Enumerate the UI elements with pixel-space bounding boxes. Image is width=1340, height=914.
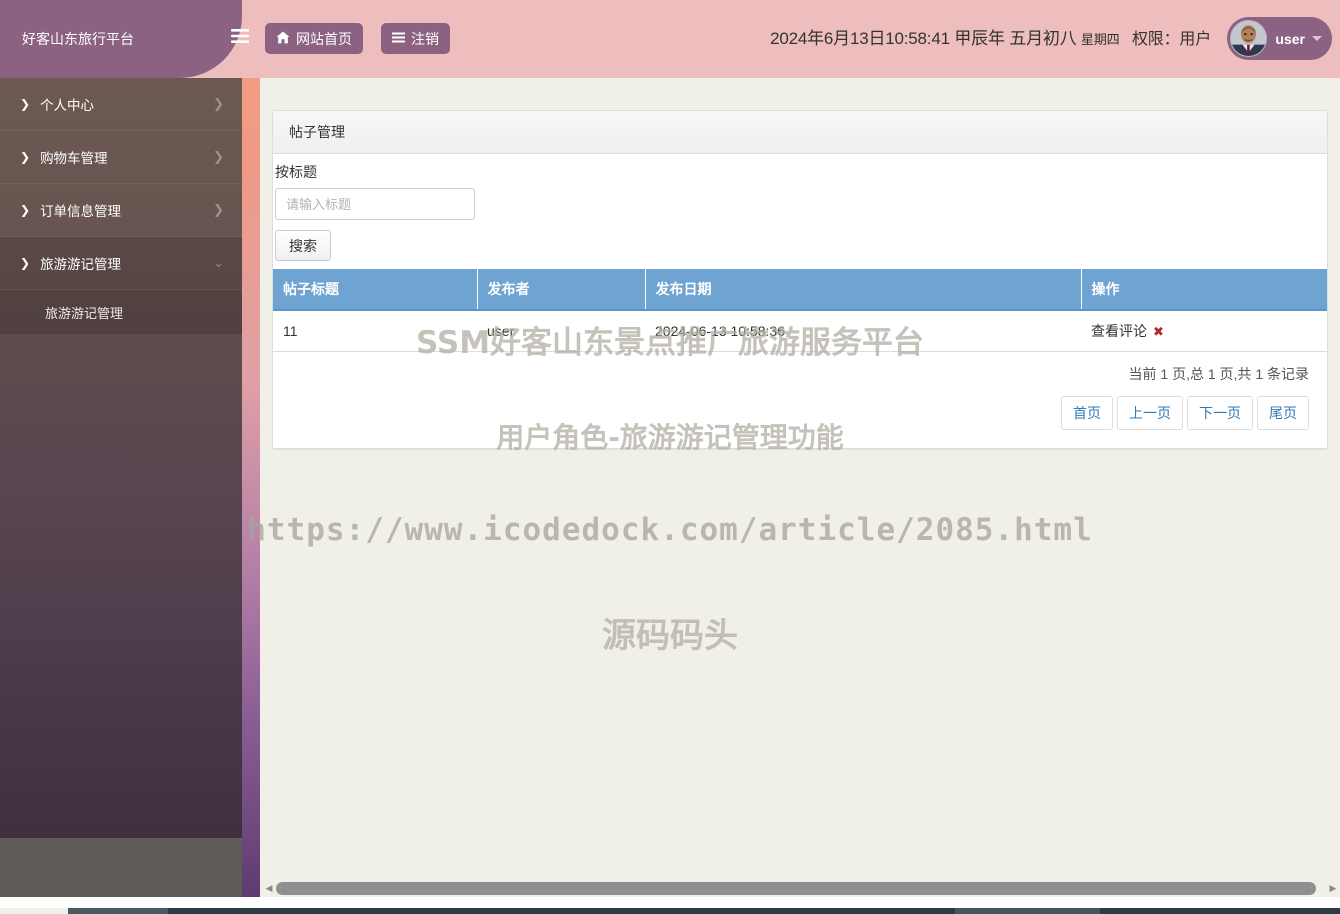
column-header-title: 帖子标题 [273,269,477,310]
chevron-down-icon: ⌄ [213,255,224,271]
taskbar-segment [0,908,68,914]
panel-title-text: 帖子管理 [289,122,345,142]
logout-button[interactable]: 注销 [381,23,450,54]
sidebar-footer [0,838,242,897]
search-button[interactable]: 搜索 [275,230,331,261]
column-header-publisher: 发布者 [477,269,645,310]
sidebar-item-label: 购物车管理 [40,147,213,167]
site-home-label: 网站首页 [296,29,352,49]
horizontal-scrollbar[interactable]: ◀ ▶ [262,880,1340,897]
table-row: 11 user 2024-06-13 10:58:36 查看评论 ✖ [273,310,1327,352]
cell-date: 2024-06-13 10:58:36 [645,310,1081,352]
logout-label: 注销 [411,29,439,49]
table-header-row: 帖子标题 发布者 发布日期 操作 [273,269,1327,310]
datetime-display: 2024年6月13日10:58:41 甲辰年 五月初八 星期四 权限：用户 [770,24,1211,49]
hamburger-icon[interactable] [228,26,252,52]
chevron-down-icon [1312,36,1322,41]
main-content-area: 帖子管理 按标题 搜索 [260,78,1340,897]
brand-logo[interactable]: 好客山东旅行平台 [0,0,242,78]
chevron-right-icon: ❯ [20,97,30,111]
chevron-right-collapse-icon: ❯ [213,96,224,112]
cell-title: 11 [273,310,477,352]
sidebar-subitem-travel-notes-management[interactable]: 旅游游记管理 [0,290,242,335]
sidebar-item-cart-management[interactable]: ❯ 购物车管理 ❯ [0,131,242,184]
chevron-right-icon: ❯ [20,203,30,217]
browser-page: 好客山东旅行平台 网站首页 [0,0,1340,914]
taskbar-segment [955,908,1100,914]
lunar-year: 甲辰年 [954,29,1004,48]
avatar [1230,20,1267,57]
cell-publisher: user [477,310,645,352]
taskbar-segment [1100,908,1160,914]
chevron-right-icon: ❯ [20,150,30,164]
home-icon [276,31,290,46]
chevron-right-collapse-icon: ❯ [213,149,224,165]
user-name-label: user [1275,31,1305,47]
site-home-button[interactable]: 网站首页 [265,23,363,54]
sidebar-nav: ❯ 个人中心 ❯ ❯ 购物车管理 ❯ ❯ 订单信息管理 ❯ ❯ 旅游游记管理 ⌄… [0,78,242,838]
scrollbar-track[interactable] [276,882,1326,895]
post-table: 帖子标题 发布者 发布日期 操作 11 user 2024-06-13 10:5… [273,269,1327,352]
scrollbar-thumb[interactable] [276,882,1316,895]
pagination-first-button[interactable]: 首页 [1061,396,1113,430]
cell-action: 查看评论 ✖ [1081,310,1327,352]
search-form: 按标题 搜索 [273,162,1327,269]
pagination-next-button[interactable]: 下一页 [1187,396,1253,430]
panel-title: 帖子管理 [273,111,1327,154]
datetime-value: 2024年6月13日10:58:41 [770,29,950,48]
chevron-right-icon: ❯ [20,256,30,270]
sidebar-item-label: 旅游游记管理 [40,253,213,273]
top-header-bar: 好客山东旅行平台 网站首页 [0,0,1340,78]
brand-title: 好客山东旅行平台 [22,29,134,49]
column-header-date: 发布日期 [645,269,1081,310]
sidebar-item-personal-center[interactable]: ❯ 个人中心 ❯ [0,78,242,131]
sidebar-subitem-label: 旅游游记管理 [45,303,123,322]
taskbar-segment [68,908,168,914]
weekday: 星期四 [1081,32,1119,47]
sidebar-item-travel-notes-management[interactable]: ❯ 旅游游记管理 ⌄ [0,237,242,290]
pagination: 当前 1 页,总 1 页,共 1 条记录 首页 上一页 下一页 尾页 [273,352,1327,448]
os-taskbar [0,908,1340,914]
pagination-info: 当前 1 页,总 1 页,共 1 条记录 [273,364,1309,384]
sidebar-item-label: 个人中心 [40,94,213,114]
pagination-last-button[interactable]: 尾页 [1257,396,1309,430]
scroll-right-arrow-icon[interactable]: ▶ [1326,881,1340,896]
lunar-day: 五月初八 [1009,29,1076,48]
pagination-buttons: 首页 上一页 下一页 尾页 [1057,396,1309,430]
post-management-panel: 帖子管理 按标题 搜索 [272,110,1328,449]
permission-label: 权限： [1132,31,1179,48]
column-header-action: 操作 [1081,269,1327,310]
view-comments-link[interactable]: 查看评论 [1091,323,1147,339]
delete-icon[interactable]: ✖ [1153,324,1164,339]
table-header: 帖子标题 发布者 发布日期 操作 [273,269,1327,310]
chevron-right-collapse-icon: ❯ [213,202,224,218]
panel-body: 按标题 搜索 帖子标题 发布者 [273,154,1327,448]
user-menu[interactable]: user [1227,17,1332,60]
sidebar-item-label: 订单信息管理 [40,200,213,220]
scroll-left-arrow-icon[interactable]: ◀ [262,881,276,896]
sidebar-item-order-management[interactable]: ❯ 订单信息管理 ❯ [0,184,242,237]
search-label: 按标题 [275,162,1327,182]
permission-value: 用户 [1179,31,1211,48]
pagination-prev-button[interactable]: 上一页 [1117,396,1183,430]
bars-icon [392,32,405,45]
search-input[interactable] [275,188,475,220]
table-body: 11 user 2024-06-13 10:58:36 查看评论 ✖ [273,310,1327,352]
